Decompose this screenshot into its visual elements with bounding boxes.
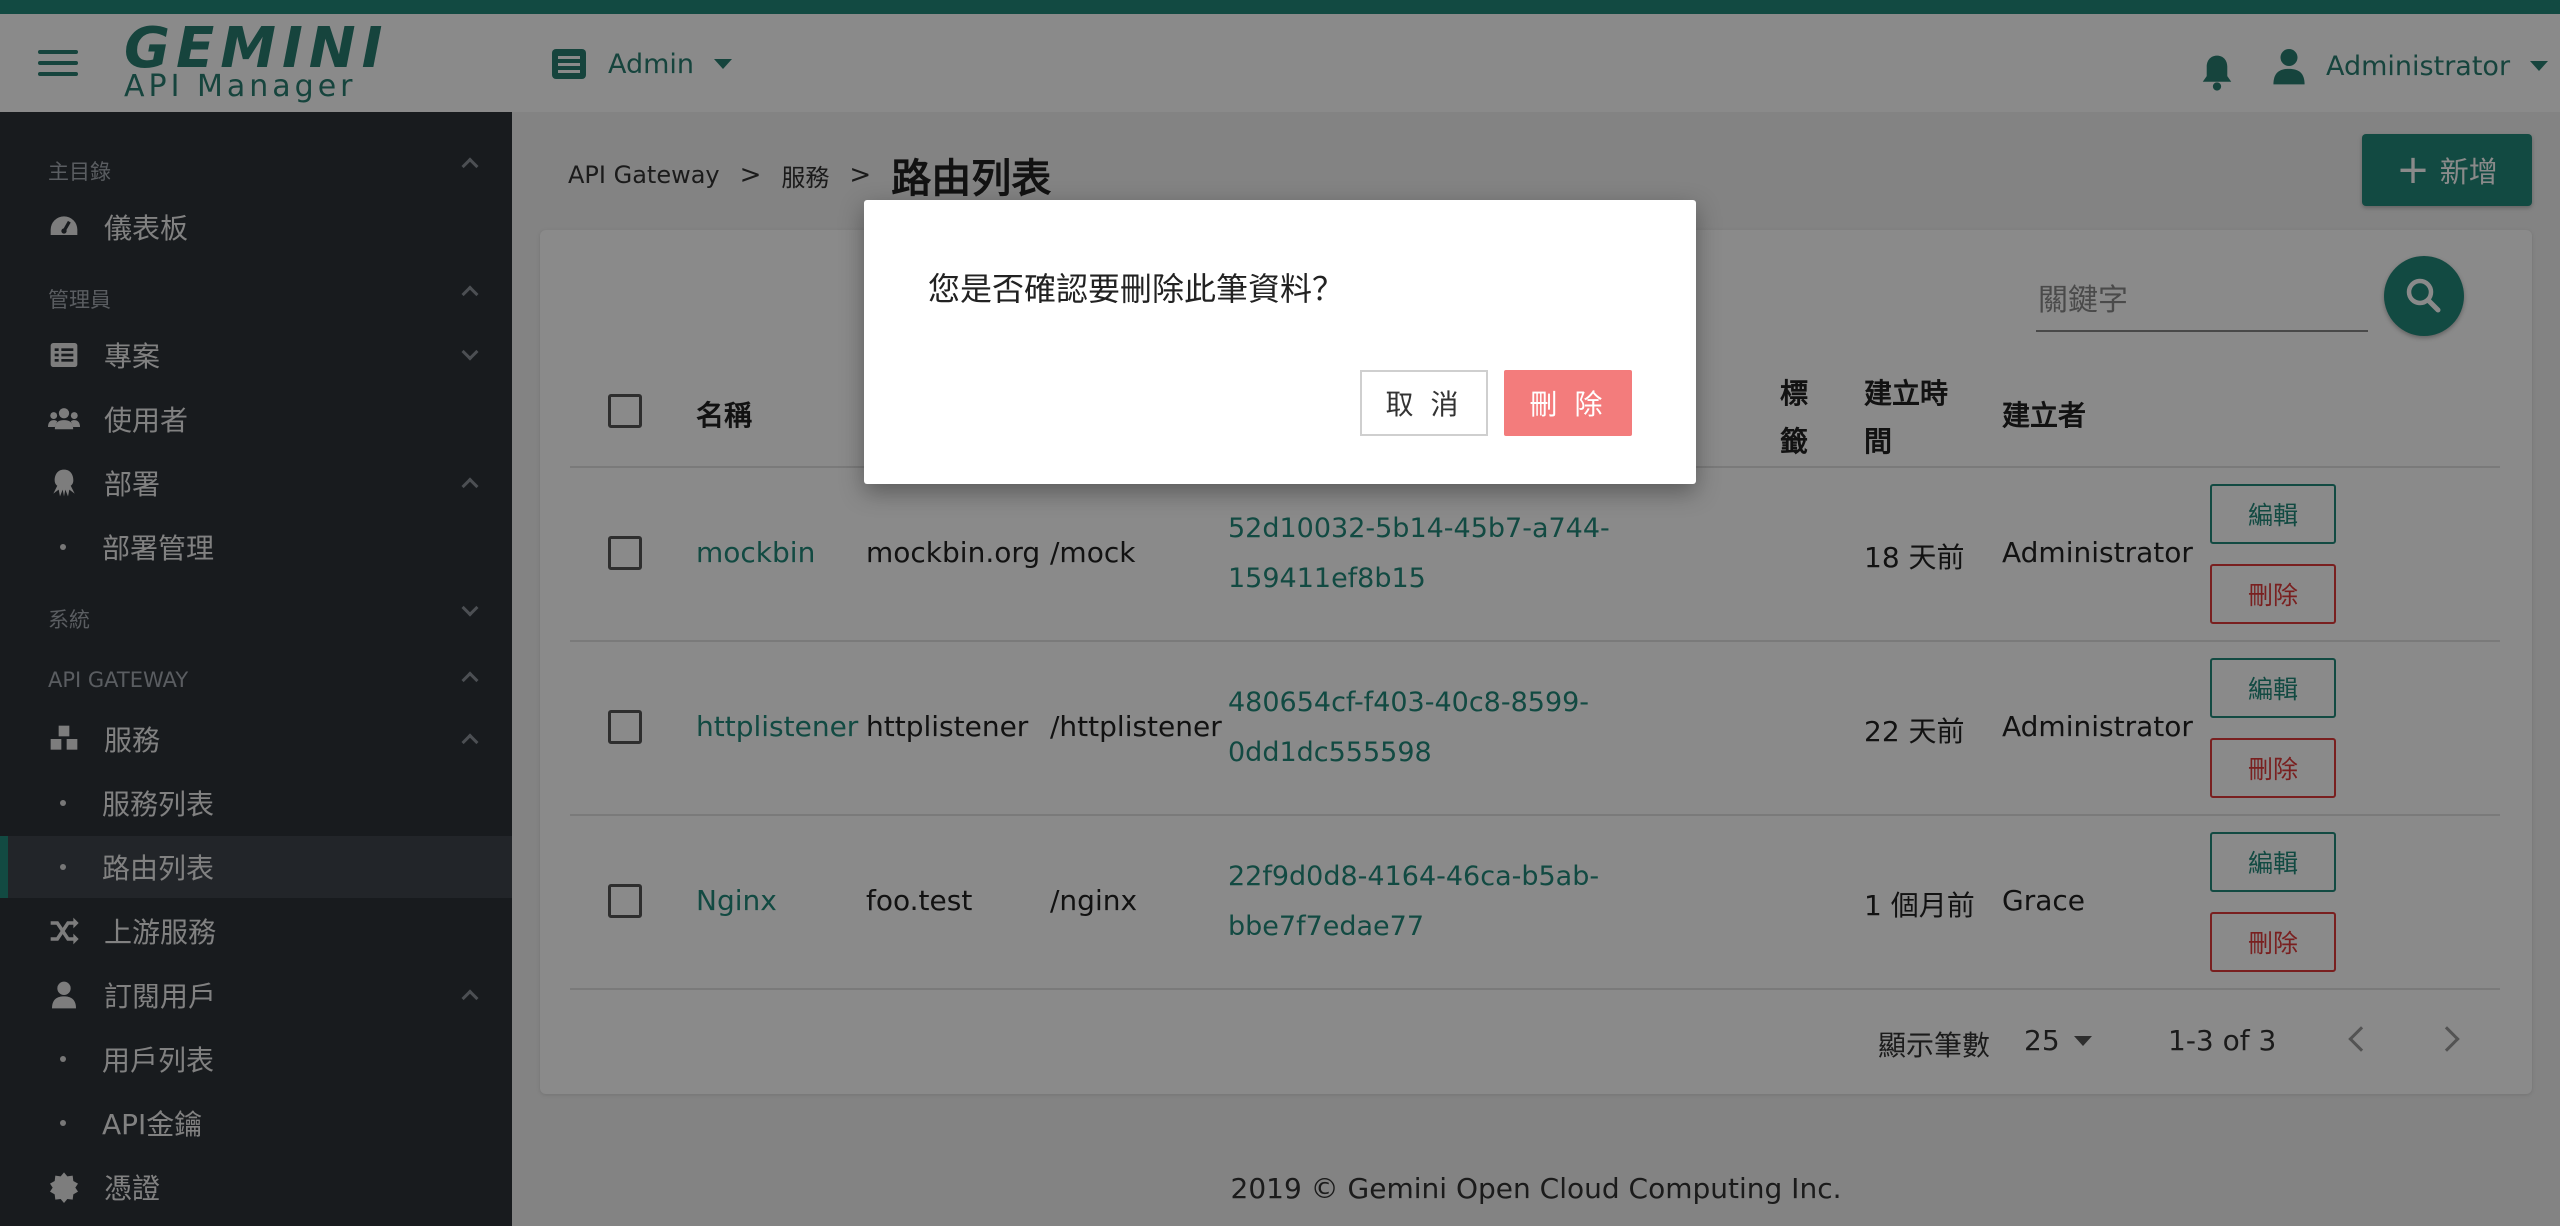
modal-backdrop[interactable] xyxy=(0,0,2560,1226)
confirm-delete-button[interactable]: 刪 除 xyxy=(1504,370,1632,436)
confirm-delete-dialog: 您是否確認要刪除此筆資料？ 取 消 刪 除 xyxy=(864,200,1696,484)
cancel-button[interactable]: 取 消 xyxy=(1360,370,1488,436)
dialog-message: 您是否確認要刪除此筆資料？ xyxy=(928,270,1345,308)
